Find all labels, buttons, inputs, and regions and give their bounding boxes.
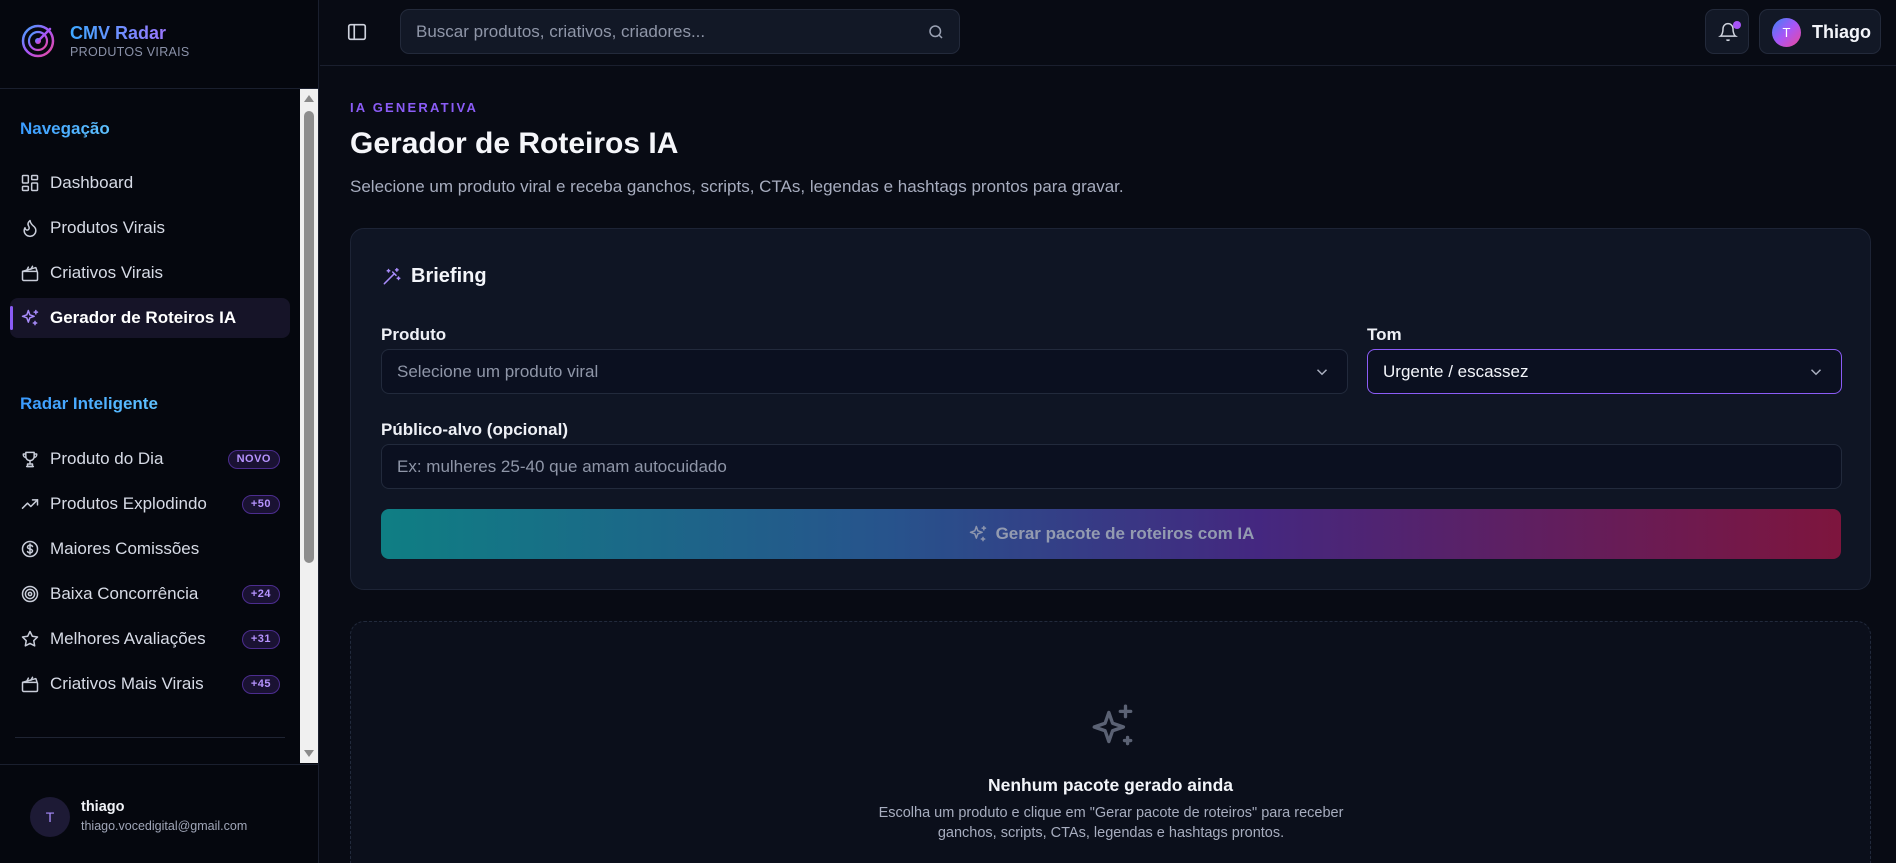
clapperboard-icon [20,674,40,694]
tone-select[interactable]: Urgente / escassez [1367,349,1842,394]
scroll-thumb[interactable] [304,111,314,563]
sidebar-toggle-button[interactable] [346,21,370,45]
page-title: Gerador de Roteiros IA [350,127,679,160]
nav-section-title-navegacao: Navegação [20,119,110,138]
sparkles-icon [20,308,40,328]
magic-wand-icon [383,267,401,284]
sidebar-item-criativos-mais-virais[interactable]: Criativos Mais Virais +45 [10,664,290,704]
sidebar-item-label: Maiores Comissões [50,539,200,558]
brand-subtitle: PRODUTOS VIRAIS [70,45,190,59]
nav-section-title-radar-inteligente: Radar Inteligente [20,394,158,413]
sidebar-item-produtos-virais[interactable]: Produtos Virais [10,208,290,248]
badge-count: +24 [241,585,280,604]
sidebar-item-produto-do-dia[interactable]: Produto do Dia NOVO [10,439,290,479]
sparkles-icon [1088,702,1138,752]
avatar: T [1772,18,1801,47]
sidebar-item-label: Baixa Concorrência [50,584,199,603]
sparkles-icon [969,525,986,542]
brand-title: CMV Radar [70,22,190,44]
sidebar: CMV Radar PRODUTOS VIRAIS Navegação Dash… [0,0,319,863]
notification-dot [1733,21,1741,29]
star-icon [20,629,40,649]
profile-name: Thiago [1812,22,1871,42]
badge-count: +50 [241,495,280,514]
empty-state-text: Escolha um produto e clique em "Gerar pa… [878,805,1344,841]
audience-label: Público-alvo (opcional) [381,420,569,439]
product-select-value: Selecione um produto viral [397,361,599,381]
sidebar-item-label: Dashboard [50,173,134,192]
tone-label: Tom [1367,325,1402,344]
briefing-card: Briefing Produto Selecione um produto vi… [350,228,1871,590]
tone-select-value: Urgente / escassez [1383,361,1529,381]
briefing-header: Briefing [381,265,487,288]
target-icon [20,584,40,604]
trending-up-icon [20,494,40,514]
divider [15,737,285,738]
page-subtitle: Selecione um produto viral e receba ganc… [350,177,1124,196]
sidebar-item-label: Melhores Avaliações [50,629,206,648]
avatar: T [30,797,70,837]
sidebar-item-label: Produto do Dia [50,449,164,468]
trophy-icon [20,449,40,469]
panel-left-icon [347,23,367,41]
generate-button-label: Gerar pacote de roteiros com IA [995,524,1255,543]
clapperboard-icon [20,263,40,283]
brand[interactable]: CMV Radar PRODUTOS VIRAIS [20,22,190,60]
sidebar-item-maiores-comissoes[interactable]: Maiores Comissões [10,529,290,569]
sidebar-item-produtos-explodindo[interactable]: Produtos Explodindo +50 [10,484,290,524]
sidebar-item-criativos-virais[interactable]: Criativos Virais [10,253,290,293]
scroll-down-arrow-icon[interactable] [304,750,314,757]
sidebar-item-label: Gerador de Roteiros IA [50,308,237,327]
sidebar-item-label: Produtos Explodindo [50,494,207,513]
sidebar-nav: Navegação Dashboard Produtos Virais Cria… [0,89,300,763]
notifications-button[interactable] [1705,9,1749,54]
search-input[interactable] [416,10,916,53]
user-email: thiago.vocedigital@gmail.com [81,819,248,833]
page-eyebrow: IA GENERATIVA [350,100,479,115]
briefing-title: Briefing [411,265,487,287]
audience-input[interactable] [382,445,1841,488]
sidebar-item-label: Criativos Mais Virais [50,674,204,693]
sidebar-item-label: Criativos Virais [50,263,164,282]
product-select[interactable]: Selecione um produto viral [381,349,1348,394]
sidebar-item-gerador-de-roteiros-ia[interactable]: Gerador de Roteiros IA [10,298,290,338]
badge-count: +45 [241,675,280,694]
sidebar-scrollbar[interactable] [300,89,318,763]
radar-logo-icon [21,24,55,58]
audience-field[interactable] [381,444,1842,489]
search-bar[interactable] [400,9,960,54]
chevron-down-icon [1313,363,1331,381]
badge-novo: NOVO [227,450,280,469]
topbar: T Thiago [320,0,1896,66]
product-label: Produto [381,325,447,344]
sidebar-item-melhores-avaliacoes[interactable]: Melhores Avaliações +31 [10,619,290,659]
flame-icon [20,218,40,238]
empty-state: Nenhum pacote gerado ainda Escolha um pr… [350,621,1871,863]
profile-button[interactable]: T Thiago [1759,9,1881,54]
sidebar-item-label: Produtos Virais [50,218,165,237]
sidebar-user[interactable]: T thiago thiago.vocedigital@gmail.com [0,764,318,863]
badge-count: +31 [241,630,280,649]
scroll-up-arrow-icon[interactable] [304,95,314,102]
empty-state-title: Nenhum pacote gerado ainda [987,775,1234,795]
dollar-circle-icon [20,539,40,559]
chevron-down-icon [1807,363,1825,381]
sidebar-item-dashboard[interactable]: Dashboard [10,163,290,203]
sidebar-item-baixa-concorrencia[interactable]: Baixa Concorrência +24 [10,574,290,614]
search-icon[interactable] [927,23,945,41]
user-name: thiago [81,799,125,815]
generate-button[interactable]: Gerar pacote de roteiros com IA [381,509,1841,559]
dashboard-icon [20,173,40,193]
